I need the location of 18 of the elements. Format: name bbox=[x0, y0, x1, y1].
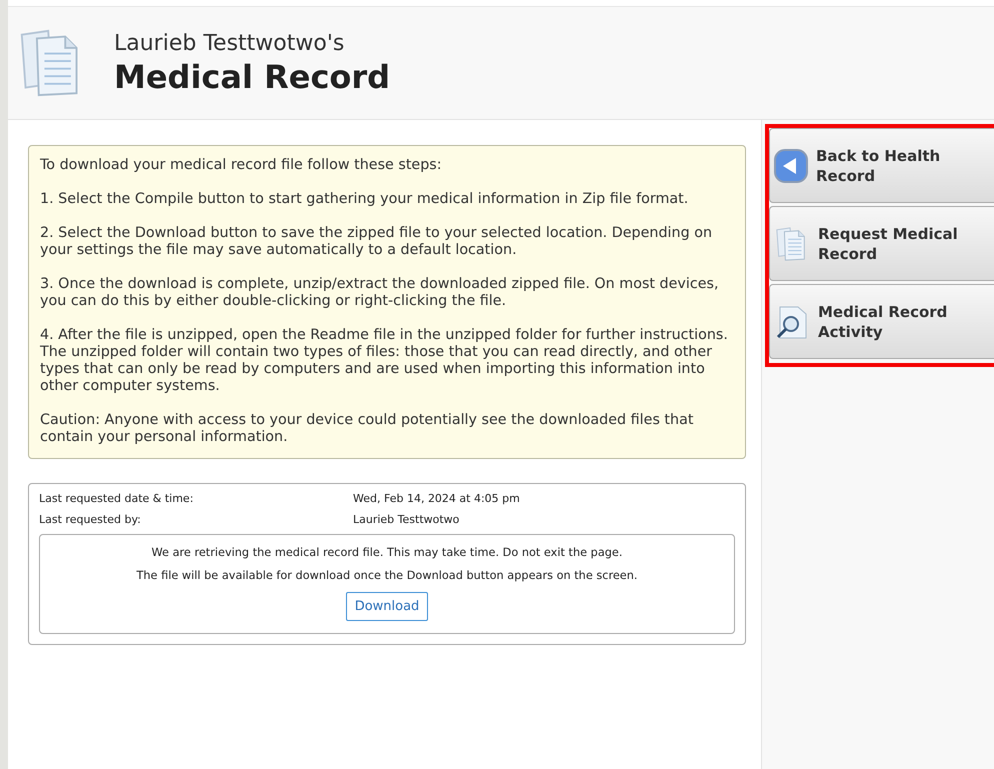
sidebar-button[interactable]: Medical Record Activity bbox=[769, 284, 994, 359]
status-message: The file will be available for download once the Download button appears on the screen. bbox=[136, 569, 638, 582]
sidebar-button[interactable]: Back to Health Record bbox=[769, 128, 994, 203]
instruction-text: Caution: Anyone with access to your device could potentially see the downloaded files that contain your personal information. bbox=[40, 412, 694, 446]
info-label: Last requested date & time: bbox=[39, 492, 194, 505]
page-title: Medical Record bbox=[114, 58, 390, 96]
instruction-text: To download your medical record file follow these steps: bbox=[40, 157, 443, 174]
status-message: We are retrieving the medical record file. This may take time. Do not exit the page. bbox=[152, 546, 622, 559]
download-button[interactable]: Download bbox=[346, 592, 428, 621]
owner-name: Laurieb Testtwotwo's bbox=[114, 30, 346, 56]
sidebar-button[interactable]: Request Medical Record bbox=[769, 206, 994, 281]
info-value: Wed, Feb 14, 2024 at 4:05 pm bbox=[353, 492, 520, 505]
info-label: Last requested by: bbox=[39, 513, 142, 526]
instruction-text: 3. Once the download is complete, unzip/extract the downloaded zipped file. On most devices, you can do this by either double-clicking or right-clicking the file. bbox=[40, 276, 720, 310]
instruction-text: 1. Select the Compile button to start gathering your medical information in Zip file format. bbox=[40, 191, 690, 208]
instruction-text: 2. Select the Download button to save the zipped file to your selected location. Depending on your settings the file may save automatically to a default location. bbox=[40, 225, 714, 259]
instruction-text: 4. After the file is unzipped, open the Readme file in the unzipped folder for further instructions. The unzipped folder will contain two types of files: those that you can read directly, and other types that can only be read by computers and are used when importing this information into other computer systems. bbox=[40, 327, 729, 395]
info-value: Laurieb Testtwotwo bbox=[353, 513, 460, 526]
